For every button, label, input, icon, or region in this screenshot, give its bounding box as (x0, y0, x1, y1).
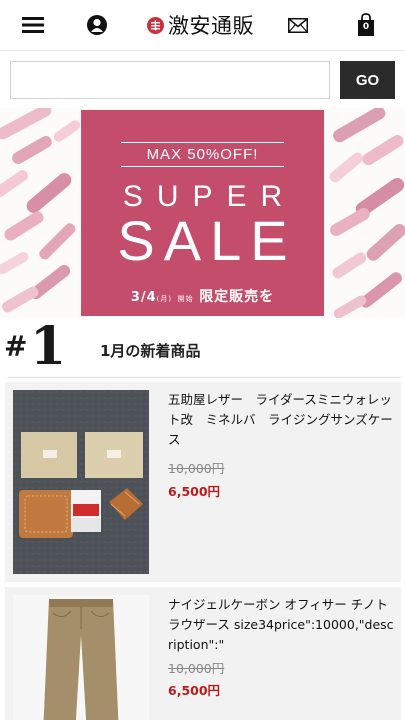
product-image-trousers[interactable] (13, 595, 149, 720)
max-discount-text: MAX 50%OFF! (121, 142, 284, 167)
product-name[interactable]: ナイジェルケーボン オフィサー チノトラウザース size34price":10… (168, 595, 396, 653)
search-bar: GO (0, 50, 405, 108)
sale-text: SALE (117, 209, 297, 272)
sale-panel: MAX 50%OFF! SUPER SALE 3/4(月) 開始 限定販売を (81, 110, 324, 316)
cart-count-badge: 0 (362, 22, 370, 32)
account-button[interactable] (80, 8, 114, 42)
sale-start-label: 開始 (177, 295, 194, 303)
ranking-title: 1月の新着商品 (100, 342, 201, 360)
hamburger-icon (22, 17, 44, 33)
mail-button[interactable] (281, 8, 315, 42)
search-input[interactable] (10, 61, 330, 99)
site-logo[interactable]: 激安通販 (147, 9, 254, 41)
product-original-price: 10,000円 (168, 461, 225, 476)
user-icon (87, 15, 107, 35)
divider (8, 377, 401, 378)
product-original-price: 10,000円 (168, 661, 225, 676)
product-name[interactable]: 五助屋レザー ライダースミニウォレット改 ミネルバ ライジングサンズケース (168, 390, 396, 450)
product-card[interactable]: 五助屋レザー ライダースミニウォレット改 ミネルバ ライジングサンズケース 10… (5, 382, 401, 582)
logo-text: 激安通販 (168, 14, 254, 38)
rank-hash: # (4, 330, 28, 363)
product-sale-price: 6,500円 (168, 683, 221, 698)
product-sale-price: 6,500円 (168, 484, 221, 499)
cart-button[interactable]: 0 (349, 8, 383, 42)
sale-headline: 限定販売を (199, 289, 275, 305)
sale-date-line: 3/4(月) 開始 限定販売を (81, 286, 324, 306)
site-header: 激安通販 0 (0, 0, 405, 50)
search-go-button[interactable]: GO (340, 61, 395, 99)
rank-number: 1 (30, 316, 67, 377)
product-card[interactable]: ナイジェルケーボン オフィサー チノトラウザース size34price":10… (5, 587, 401, 720)
sale-date: 3/4 (130, 290, 157, 305)
menu-button[interactable] (16, 8, 50, 42)
logo-seal-icon (147, 16, 164, 34)
envelope-icon (288, 17, 308, 33)
super-sale-banner[interactable]: MAX 50%OFF! SUPER SALE 3/4(月) 開始 限定販売を (0, 108, 405, 318)
ranking-heading: # 1 1月の新着商品 (0, 318, 405, 378)
sale-day: (月) (156, 295, 173, 303)
product-image-wallet[interactable] (13, 390, 149, 574)
